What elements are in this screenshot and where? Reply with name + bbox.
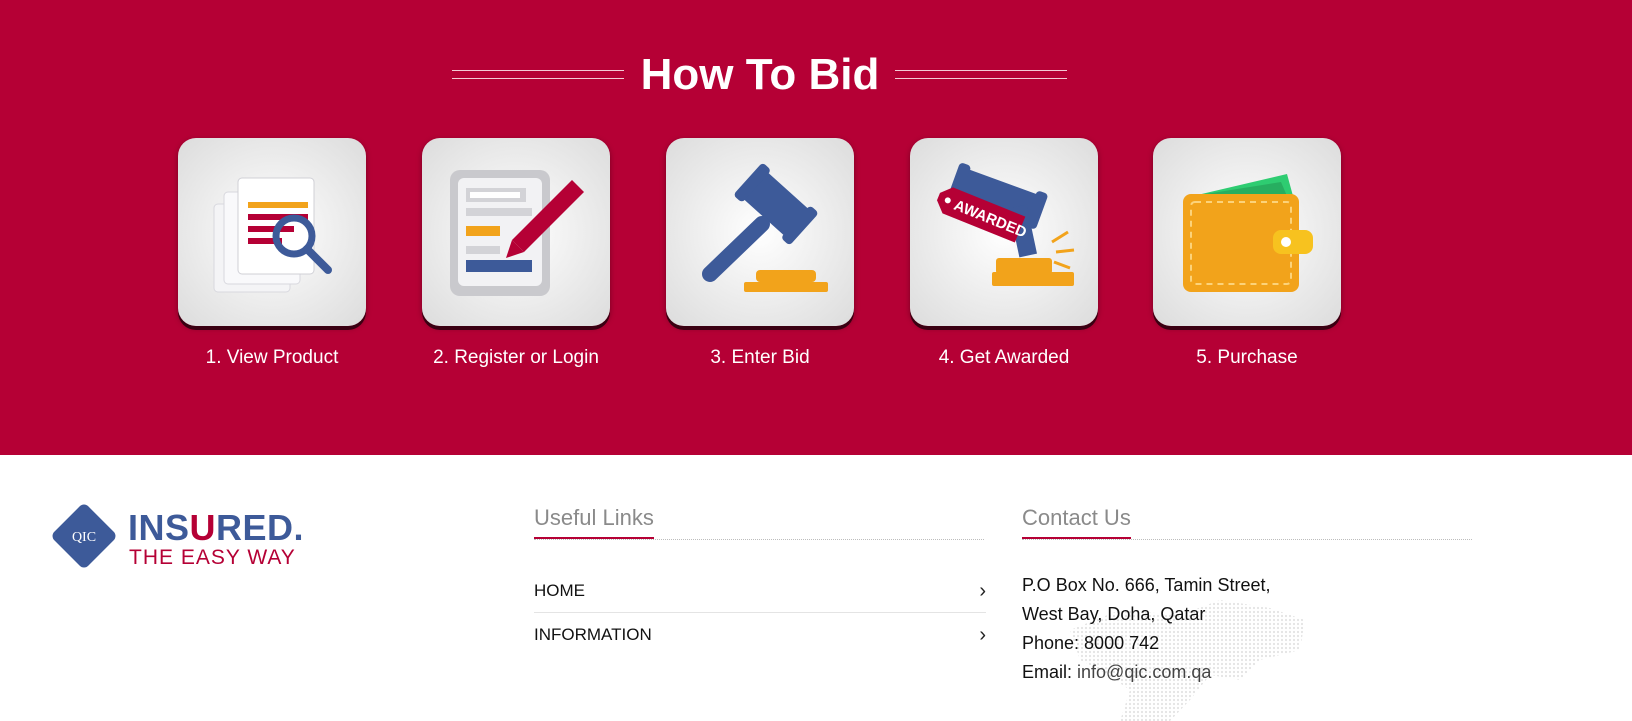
step-enter-bid[interactable]: 3. Enter Bid [666, 138, 854, 370]
step-card[interactable] [1153, 138, 1341, 326]
step-label[interactable]: 3. Enter Bid [666, 346, 854, 370]
useful-links-heading: Useful Links [534, 505, 984, 540]
step-label[interactable]: 2. Register or Login [422, 346, 610, 370]
contact-address-line2: West Bay, Doha, Qatar [1022, 604, 1206, 624]
footer-link-home[interactable]: HOME › [534, 570, 986, 613]
logo-tagline: THE EASY WAY [129, 546, 296, 569]
qic-diamond-logo-icon: QIC [52, 504, 116, 568]
section-title: How To Bid [640, 50, 880, 99]
step-label[interactable]: 5. Purchase [1153, 346, 1341, 370]
wallet-icon [1183, 174, 1313, 292]
awarded-gavel-icon: AWARDED [936, 163, 1075, 286]
contact-email-row: Email: info@qic.com.qa [1022, 660, 1211, 684]
step-card[interactable] [178, 138, 366, 326]
footer-link-information[interactable]: INFORMATION › [534, 614, 986, 656]
step-get-awarded[interactable]: AWARDED 4. Get Awarded [910, 138, 1098, 370]
logo-wordmark: INSURED. [128, 507, 305, 548]
chevron-right-icon: › [979, 580, 986, 602]
how-to-bid-section: How To Bid 1. View Product 2. Register o… [0, 0, 1632, 455]
form-pencil-icon [450, 170, 584, 296]
contact-address-line1: P.O Box No. 666, Tamin Street, [1022, 575, 1271, 595]
step-card[interactable] [422, 138, 610, 326]
step-label[interactable]: 4. Get Awarded [910, 346, 1098, 370]
document-search-icon [213, 177, 332, 293]
step-view-product[interactable]: 1. View Product [178, 138, 366, 370]
contact-email-label: Email: [1022, 662, 1073, 682]
gavel-icon [702, 163, 828, 292]
contact-email-link[interactable]: info@qic.com.qa [1077, 662, 1211, 682]
title-rule-right [895, 70, 1067, 79]
chevron-right-icon: › [979, 624, 986, 646]
contact-phone: Phone: 8000 742 [1022, 633, 1160, 653]
step-purchase[interactable]: 5. Purchase [1153, 138, 1341, 370]
step-card[interactable] [666, 138, 854, 326]
qic-logo[interactable]: QIC INSURED. THE EASY WAY [48, 500, 318, 570]
step-card[interactable]: AWARDED [910, 138, 1098, 326]
step-label[interactable]: 1. View Product [178, 346, 366, 370]
contact-us-heading: Contact Us [1022, 505, 1472, 540]
step-register-login[interactable]: 2. Register or Login [422, 138, 610, 370]
logo-badge-text: QIC [72, 530, 96, 545]
